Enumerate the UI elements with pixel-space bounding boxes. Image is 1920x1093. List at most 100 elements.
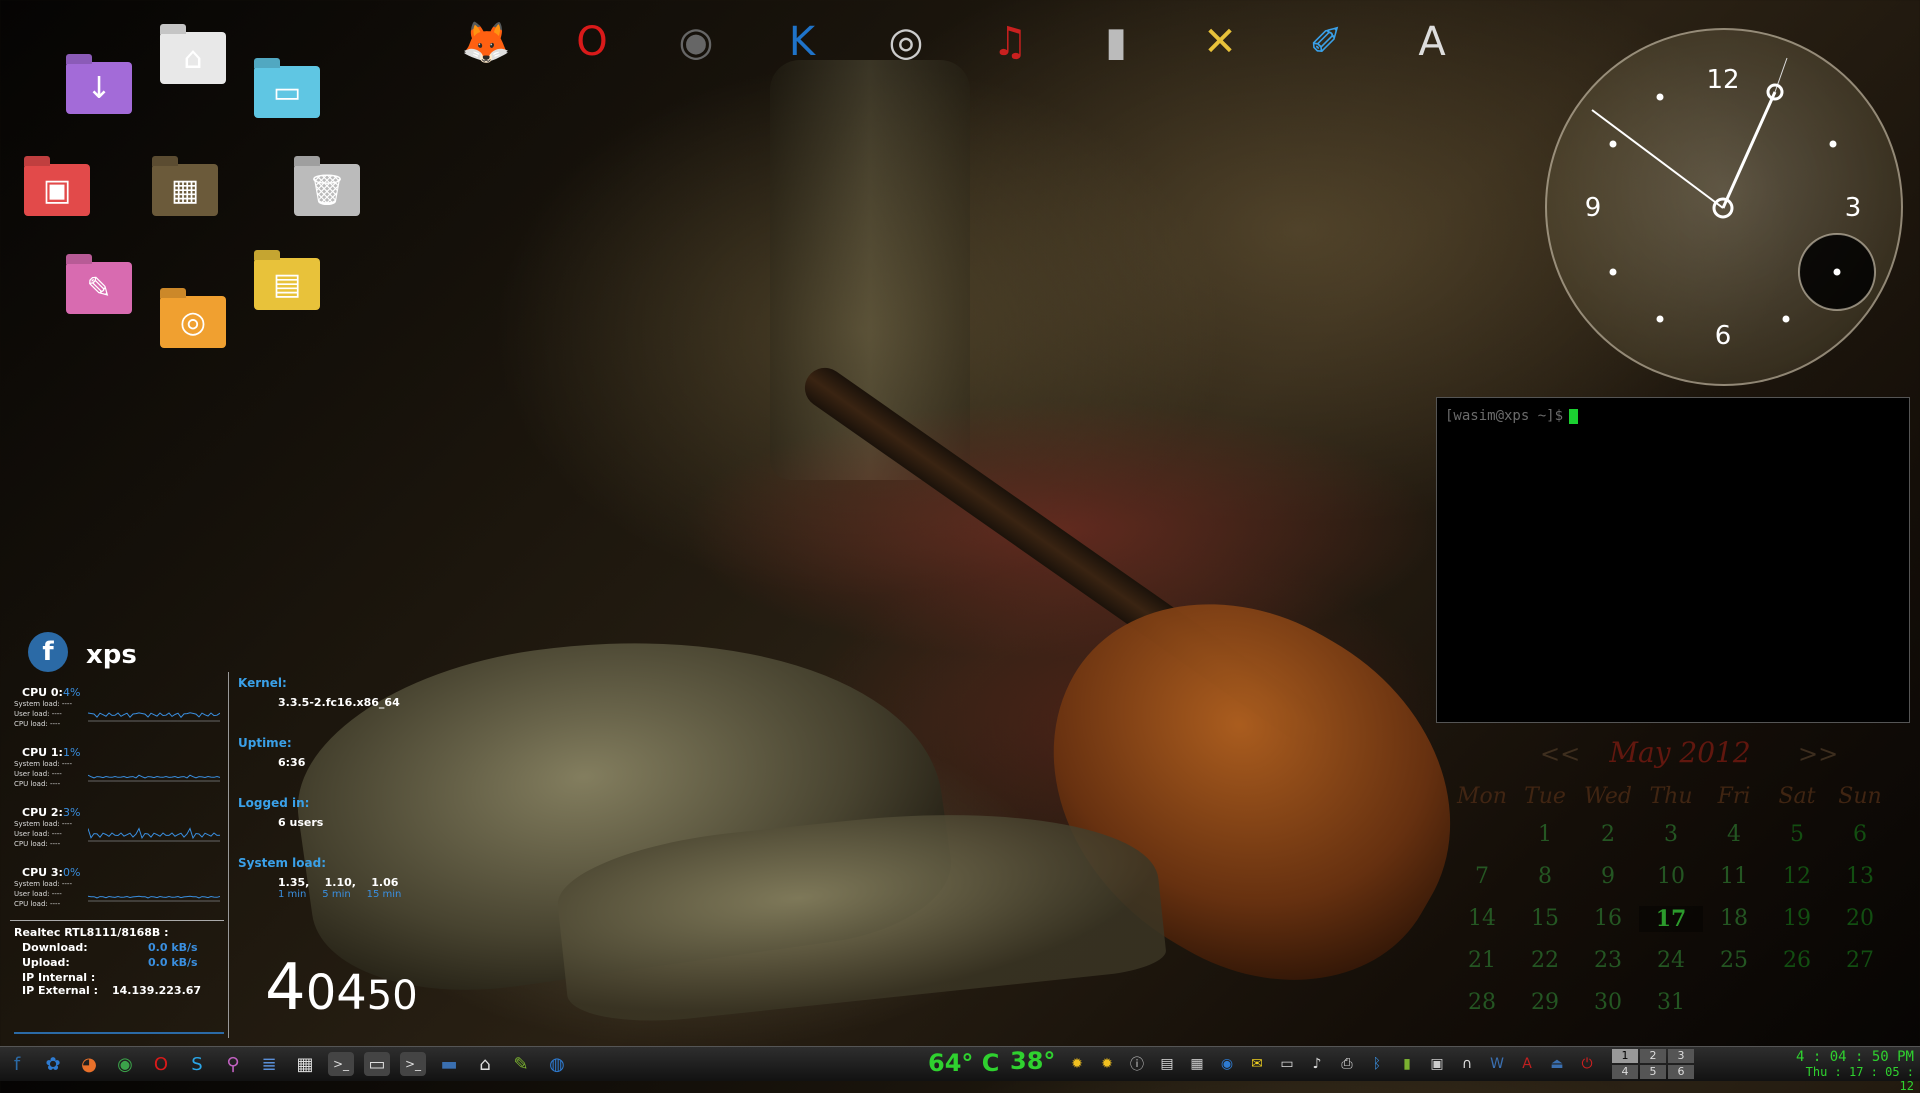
calendar-day[interactable]: 13 — [1828, 864, 1892, 889]
kde-launcher-icon[interactable]: ✿ — [40, 1052, 66, 1076]
pager-desktop-3[interactable]: 3 — [1668, 1049, 1694, 1063]
calendar-day[interactable]: 3 — [1639, 822, 1703, 847]
calendar-day[interactable]: 8 — [1513, 864, 1577, 889]
calendar-day[interactable]: 26 — [1765, 948, 1829, 973]
wallpaper-preview-icon[interactable]: ▦ — [148, 150, 222, 224]
scanner-task-icon[interactable]: ⚲ — [220, 1052, 246, 1076]
taskbar-clock[interactable]: 4 : 04 : 50 PM Thu : 17 : 05 : 12 — [1790, 1049, 1914, 1093]
network-tray-icon[interactable]: ▣ — [1426, 1052, 1448, 1076]
battery-icon[interactable]: ▮ — [1396, 1052, 1418, 1076]
cpu-sub-stat: CPU load: ---- — [14, 780, 61, 788]
calendar-day[interactable]: 21 — [1450, 948, 1514, 973]
volume-icon[interactable]: ♪ — [1306, 1052, 1328, 1076]
calendar-day[interactable]: 12 — [1765, 864, 1829, 889]
cd-folder-icon[interactable]: ◎ — [156, 282, 230, 356]
firefox-task-icon[interactable]: ◕ — [76, 1052, 102, 1076]
calendar-day[interactable]: 4 — [1702, 822, 1766, 847]
pager-desktop-4[interactable]: 4 — [1612, 1065, 1638, 1079]
calendar-day[interactable]: 18 — [1702, 906, 1766, 931]
terminal-window[interactable]: [wasim@xps ~]$ — [1436, 397, 1910, 723]
firefox-icon[interactable]: 🦊 — [450, 6, 522, 78]
skype-task-icon[interactable]: S — [184, 1052, 210, 1076]
pager-desktop-5[interactable]: 5 — [1640, 1065, 1666, 1079]
calendar-day[interactable]: 5 — [1765, 822, 1829, 847]
power-icon[interactable]: ⏻ — [1576, 1052, 1598, 1076]
kde-icon[interactable]: K — [766, 6, 838, 78]
globe-icon[interactable]: ◉ — [1216, 1052, 1238, 1076]
webcam-icon[interactable]: ◎ — [870, 6, 942, 78]
paint-icon[interactable]: ✐ — [1290, 6, 1362, 78]
text-folder-icon[interactable]: ✎ — [62, 248, 136, 322]
calendar-day[interactable]: 23 — [1576, 948, 1640, 973]
writer-task-icon[interactable]: ≣ — [256, 1052, 282, 1076]
display-icon[interactable]: ▦ — [1186, 1052, 1208, 1076]
home-task-icon[interactable]: ⌂ — [472, 1052, 498, 1076]
calendar-day[interactable]: 16 — [1576, 906, 1640, 931]
tools-icon[interactable]: ✕ — [1184, 6, 1256, 78]
calendar-day[interactable]: 29 — [1513, 990, 1577, 1015]
terminal-prompt-line[interactable]: [wasim@xps ~]$ — [1445, 408, 1579, 424]
calendar-day[interactable]: 1 — [1513, 822, 1577, 847]
calendar-day[interactable]: 25 — [1702, 948, 1766, 973]
clock-number-12: 12 — [1706, 65, 1740, 95]
calendar-day[interactable]: 31 — [1639, 990, 1703, 1015]
calendar-day[interactable]: 9 — [1576, 864, 1640, 889]
calendar-day[interactable]: 17 — [1639, 906, 1703, 932]
cpu-graph-line — [88, 712, 220, 719]
trash-icon[interactable]: 🗑 — [290, 150, 364, 224]
pager-desktop-2[interactable]: 2 — [1640, 1049, 1666, 1063]
calendar-day[interactable]: 10 — [1639, 864, 1703, 889]
pager-desktop-6[interactable]: 6 — [1668, 1065, 1694, 1079]
calendar-day[interactable]: 14 — [1450, 906, 1514, 931]
ip-internal-label: IP Internal : — [22, 971, 96, 984]
desktop-task-icon[interactable]: ▬ — [436, 1052, 462, 1076]
calendar-day[interactable]: 6 — [1828, 822, 1892, 847]
spellcheck-icon[interactable]: A — [1516, 1052, 1538, 1076]
terminal-task-icon-1[interactable]: >_ — [328, 1052, 354, 1076]
calendar-day[interactable]: 30 — [1576, 990, 1640, 1015]
guitar-icon[interactable]: ♫ — [974, 6, 1046, 78]
calendar-day[interactable]: 28 — [1450, 990, 1514, 1015]
chrome-icon[interactable]: ◉ — [660, 6, 732, 78]
documents-folder-icon[interactable]: ▭ — [250, 52, 324, 126]
text-editor-icon[interactable]: A — [1396, 6, 1468, 78]
pager-desktop-1[interactable]: 1 — [1612, 1049, 1638, 1063]
printer-icon[interactable]: ⎙ — [1336, 1052, 1358, 1076]
info-icon[interactable]: ⓘ — [1126, 1052, 1148, 1076]
opera-task-icon[interactable]: O — [148, 1052, 174, 1076]
terminal-prompt: [wasim@xps ~]$ — [1445, 408, 1564, 424]
calendar-day[interactable]: 22 — [1513, 948, 1577, 973]
headphones-icon[interactable]: ∩ — [1456, 1052, 1478, 1076]
calendar-day[interactable]: 15 — [1513, 906, 1577, 931]
calendar-day[interactable]: 19 — [1765, 906, 1829, 931]
chrome-task-icon[interactable]: ◉ — [112, 1052, 138, 1076]
fedora-menu-icon[interactable]: f — [4, 1052, 30, 1076]
cpu-label: CPU 0: — [22, 686, 63, 699]
weather-icon-1[interactable]: ✹ — [1066, 1052, 1088, 1076]
editor-task-icon[interactable]: ✎ — [508, 1052, 534, 1076]
calendar-day[interactable]: 24 — [1639, 948, 1703, 973]
terminal-task-icon-3[interactable]: >_ — [400, 1052, 426, 1076]
calc-task-icon[interactable]: ▦ — [292, 1052, 318, 1076]
downloads-folder-icon[interactable]: ↓ — [62, 48, 136, 122]
files-icon[interactable]: ▭ — [1276, 1052, 1298, 1076]
calendar-day[interactable]: 2 — [1576, 822, 1640, 847]
bluetooth-icon[interactable]: ᛒ — [1366, 1052, 1388, 1076]
usb-drive-icon[interactable]: ▮ — [1080, 6, 1152, 78]
calendar-next-button[interactable]: >> — [1798, 740, 1838, 768]
calendar-day[interactable]: 20 — [1828, 906, 1892, 931]
wallet-icon[interactable]: W — [1486, 1052, 1508, 1076]
opera-icon[interactable]: O — [556, 6, 628, 78]
home-icon[interactable]: ⌂ — [156, 18, 230, 92]
removable-media-icon[interactable]: ⏏ — [1546, 1052, 1568, 1076]
notes-icon[interactable]: ✉ — [1246, 1052, 1268, 1076]
calendar-day[interactable]: 7 — [1450, 864, 1514, 889]
network-task-icon[interactable]: ◍ — [544, 1052, 570, 1076]
clipboard-icon[interactable]: ▤ — [1156, 1052, 1178, 1076]
weather-icon-2[interactable]: ✹ — [1096, 1052, 1118, 1076]
calendar-day[interactable]: 11 — [1702, 864, 1766, 889]
terminal-task-icon-2[interactable]: ▭ — [364, 1052, 390, 1076]
pictures-folder-icon[interactable]: ▣ — [20, 150, 94, 224]
calendar-day[interactable]: 27 — [1828, 948, 1892, 973]
videos-folder-icon[interactable]: ▤ — [250, 244, 324, 318]
